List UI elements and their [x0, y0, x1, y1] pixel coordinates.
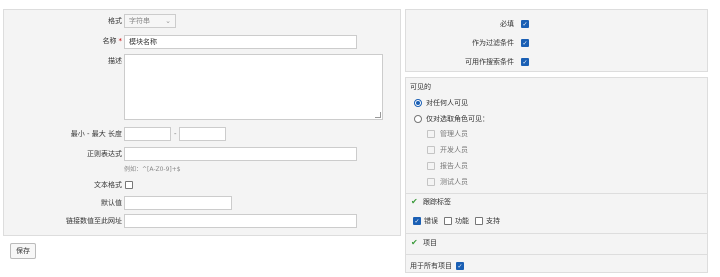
filter-checkbox[interactable]: ✓ [521, 39, 529, 47]
tracker-checkbox-support[interactable] [475, 217, 483, 225]
role-label-manager: 管理人员 [440, 130, 468, 138]
section-divider [406, 193, 707, 194]
trackers-toggle-check-icon[interactable]: ✔ [411, 197, 418, 207]
visibility-roles-label: 仅对选取角色可见： [426, 115, 489, 123]
description-textarea[interactable] [124, 54, 383, 120]
field-flags-panel: 必填 ✓ 作为过滤条件 ✓ 可用作搜索条件 ✓ [405, 9, 708, 72]
tracker-label-support: 支持 [486, 217, 500, 225]
visibility-title: 可见的 [410, 83, 431, 91]
role-label-reporter: 报告人员 [440, 162, 468, 170]
visibility-all-label: 对任何人可见 [426, 99, 468, 107]
role-checkbox-developer[interactable] [427, 146, 435, 154]
role-label-developer: 开发人员 [440, 146, 468, 154]
description-label: 描述 [108, 57, 122, 65]
role-label-tester: 测试人员 [440, 178, 468, 186]
projects-toggle-check-icon[interactable]: ✔ [411, 238, 418, 248]
required-star-icon: * [118, 37, 123, 45]
regex-hint: 例如：^[A-Z0-9]+$ [124, 166, 181, 173]
name-input[interactable]: 模块名称 [124, 35, 357, 49]
textformat-label: 文本格式 [94, 181, 122, 189]
textformat-checkbox[interactable] [125, 181, 133, 189]
format-select[interactable]: 字符串 ⌄ [124, 14, 176, 28]
visibility-all-radio[interactable] [414, 99, 422, 107]
regex-input[interactable] [124, 147, 357, 161]
searchable-checkbox[interactable]: ✓ [521, 58, 529, 66]
visibility-roles-radio[interactable] [414, 115, 422, 123]
format-select-value: 字符串 [129, 17, 150, 25]
default-label: 默认值 [101, 199, 122, 207]
tracker-checkbox-feature[interactable] [444, 217, 452, 225]
min-length-input[interactable] [124, 127, 171, 141]
searchable-label: 可用作搜索条件 [465, 58, 514, 66]
all-projects-checkbox[interactable]: ✓ [456, 262, 464, 270]
custom-field-form-panel: 格式 字符串 ⌄ 名称 * 模块名称 描述 最小 - 最大 长度 - 正则表达式 … [3, 9, 401, 236]
role-checkbox-manager[interactable] [427, 130, 435, 138]
role-checkbox-tester[interactable] [427, 178, 435, 186]
all-projects-label: 用于所有项目 [410, 262, 452, 270]
chevron-down-icon: ⌄ [165, 17, 171, 25]
link-url-input[interactable] [124, 214, 357, 228]
format-label: 格式 [108, 17, 122, 25]
max-length-input[interactable] [179, 127, 226, 141]
save-button[interactable]: 保存 [10, 243, 36, 259]
required-label: 必填 [500, 20, 514, 28]
section-divider [406, 233, 707, 234]
tracker-label-feature: 功能 [455, 217, 469, 225]
minmax-label: 最小 - 最大 长度 [70, 130, 122, 138]
tracker-checkbox-bug[interactable]: ✓ [413, 217, 421, 225]
projects-title: 项目 [423, 239, 437, 247]
tracker-label-bug: 错误 [424, 217, 438, 225]
field-scope-panel: 可见的 对任何人可见 仅对选取角色可见： 管理人员 开发人员 报告人员 测试人员… [405, 77, 708, 273]
name-label: 名称 * [4, 36, 123, 46]
link-url-label: 链接数值至此网址 [66, 217, 122, 225]
required-checkbox[interactable]: ✓ [521, 20, 529, 28]
role-checkbox-reporter[interactable] [427, 162, 435, 170]
default-value-input[interactable] [124, 196, 232, 210]
minmax-separator: - [174, 130, 177, 138]
section-divider [406, 254, 707, 255]
name-label-text: 名称 [102, 37, 117, 45]
regex-label: 正则表达式 [87, 150, 122, 158]
trackers-title: 跟踪标签 [423, 198, 451, 206]
filter-label: 作为过滤条件 [472, 39, 514, 47]
resize-handle-icon[interactable] [375, 112, 381, 118]
